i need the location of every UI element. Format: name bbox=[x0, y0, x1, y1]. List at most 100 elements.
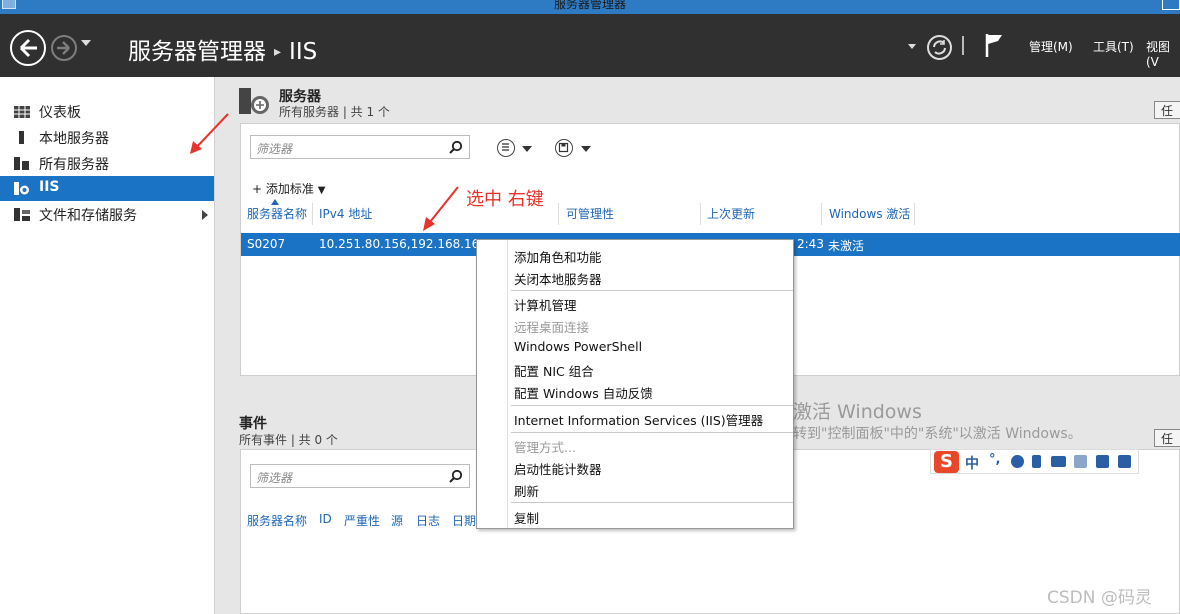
add-criteria-button[interactable]: + 添加标准 ▼ bbox=[252, 180, 325, 197]
activation-watermark-text: 转到"控制面板"中的"系统"以激活 Windows。 bbox=[793, 426, 1082, 442]
toolbox-icon[interactable] bbox=[1118, 455, 1131, 468]
sidebar-item-dashboard[interactable]: 仪表板 bbox=[0, 99, 214, 124]
list-options-dropdown[interactable] bbox=[522, 146, 532, 152]
context-menu: 添加角色和功能 关闭本地服务器 计算机管理 远程桌面连接 Windows Pow… bbox=[476, 239, 794, 529]
window-control-button[interactable] bbox=[1162, 0, 1180, 10]
list-options-button[interactable] bbox=[497, 139, 515, 157]
menu-item-start-performance-counters[interactable]: 启动性能计数器 bbox=[514, 459, 602, 478]
search-icon[interactable] bbox=[449, 469, 463, 483]
breadcrumb: 服务器管理器 ▸ IIS bbox=[128, 32, 317, 66]
iis-icon bbox=[14, 182, 29, 195]
storage-icon bbox=[14, 208, 30, 221]
column-header-activation[interactable]: Windows 激活 bbox=[829, 205, 910, 222]
menu-manage[interactable]: 管理(M) bbox=[1029, 38, 1073, 55]
menu-item-copy[interactable]: 复制 bbox=[514, 508, 539, 527]
activation-watermark-title: 激活 Windows bbox=[793, 401, 922, 423]
sidebar-item-iis[interactable]: IIS bbox=[0, 176, 214, 201]
server-icon bbox=[19, 131, 24, 144]
history-dropdown[interactable] bbox=[81, 40, 91, 46]
column-divider[interactable] bbox=[558, 203, 559, 225]
menu-view[interactable]: 视图(V bbox=[1146, 38, 1180, 69]
column-divider[interactable] bbox=[821, 203, 822, 225]
column-header-server-name[interactable]: 服务器名称 bbox=[247, 205, 307, 222]
menu-item-remote-desktop: 远程桌面连接 bbox=[514, 320, 590, 335]
breadcrumb-root[interactable]: 服务器管理器 bbox=[128, 39, 266, 65]
servers-tasks-button[interactable]: 任务 bbox=[1154, 101, 1180, 119]
plus-icon: + bbox=[252, 182, 263, 196]
dashboard-icon bbox=[14, 106, 30, 118]
csdn-watermark: CSDN @码灵 bbox=[1047, 588, 1152, 608]
servers-icon bbox=[14, 157, 29, 170]
menu-separator bbox=[511, 432, 793, 433]
header-divider bbox=[962, 36, 964, 55]
cell-activation: 未激活 bbox=[828, 239, 865, 253]
list-icon bbox=[502, 143, 509, 151]
sidebar-item-file-storage[interactable]: 文件和存储服务 bbox=[0, 202, 214, 227]
menu-gutter bbox=[507, 240, 508, 528]
column-divider[interactable] bbox=[914, 203, 915, 225]
menu-item-close-local-server[interactable]: 关闭本地服务器 bbox=[514, 269, 602, 288]
dropdown-arrow-icon: ▼ bbox=[317, 185, 326, 196]
column-divider[interactable] bbox=[700, 203, 701, 225]
menu-separator bbox=[511, 502, 793, 503]
events-tasks-button[interactable]: 任务 bbox=[1154, 429, 1180, 447]
filter-placeholder: 筛选器 bbox=[256, 471, 293, 485]
column-header-last-update[interactable]: 上次更新 bbox=[707, 205, 755, 222]
search-icon[interactable] bbox=[449, 140, 463, 154]
menu-item-computer-management[interactable]: 计算机管理 bbox=[514, 295, 577, 314]
sidebar-item-label: 所有服务器 bbox=[39, 157, 109, 173]
menu-item-refresh[interactable]: 刷新 bbox=[514, 481, 539, 500]
save-query-button[interactable] bbox=[555, 139, 573, 157]
sidebar-item-label: 文件和存储服务 bbox=[39, 208, 137, 224]
arrow-left-icon bbox=[19, 38, 37, 58]
sogou-logo[interactable]: S bbox=[934, 451, 959, 473]
menu-item-windows-feedback[interactable]: 配置 Windows 自动反馈 bbox=[514, 383, 653, 402]
column-divider[interactable] bbox=[312, 203, 313, 225]
refresh-icon bbox=[933, 40, 946, 55]
punctuation-toggle[interactable]: °, bbox=[989, 452, 1000, 467]
events-column-server-name[interactable]: 服务器名称 bbox=[247, 512, 307, 529]
ime-toolbar: S 中 °, bbox=[930, 449, 1139, 474]
servers-filter-input[interactable]: 筛选器 bbox=[250, 135, 470, 159]
forward-button[interactable] bbox=[51, 35, 77, 61]
microphone-icon[interactable] bbox=[1032, 455, 1041, 468]
menu-item-powershell[interactable]: Windows PowerShell bbox=[514, 339, 642, 354]
header-dropdown[interactable] bbox=[908, 44, 916, 49]
events-column-severity[interactable]: 严重性 bbox=[344, 512, 380, 529]
back-button[interactable] bbox=[10, 30, 46, 66]
chevron-right-icon[interactable] bbox=[202, 210, 208, 220]
events-filter-input[interactable]: 筛选器 bbox=[250, 464, 470, 488]
events-column-date[interactable]: 日期 bbox=[452, 512, 476, 529]
column-header-ipv4[interactable]: IPv4 地址 bbox=[319, 205, 372, 222]
column-header-manageability[interactable]: 可管理性 bbox=[566, 205, 614, 222]
servers-panel-subtitle: 所有服务器 | 共 1 个 bbox=[279, 105, 390, 119]
skin-icon[interactable] bbox=[1096, 455, 1109, 468]
events-column-source[interactable]: 源 bbox=[391, 512, 403, 529]
keyboard-icon[interactable] bbox=[1051, 456, 1066, 467]
add-criteria-label: 添加标准 bbox=[265, 182, 314, 196]
menu-item-add-roles[interactable]: 添加角色和功能 bbox=[514, 247, 602, 266]
user-icon[interactable] bbox=[1074, 455, 1087, 468]
ime-mode-toggle[interactable]: 中 bbox=[965, 453, 979, 473]
servers-panel-icon bbox=[239, 88, 269, 114]
menu-item-nic-teaming[interactable]: 配置 NIC 组合 bbox=[514, 361, 594, 380]
sidebar-item-label: 本地服务器 bbox=[39, 131, 109, 147]
emoji-icon[interactable] bbox=[1011, 455, 1024, 468]
annotation-text: 选中 右键 bbox=[466, 189, 544, 210]
events-column-log[interactable]: 日志 bbox=[416, 512, 440, 529]
sidebar-item-label: IIS bbox=[39, 179, 60, 195]
events-panel-title: 事件 bbox=[239, 416, 267, 432]
refresh-button[interactable] bbox=[927, 35, 952, 60]
sidebar-item-local-server[interactable]: 本地服务器 bbox=[0, 125, 214, 150]
sidebar-item-label: 仪表板 bbox=[39, 105, 81, 121]
cell-server-name: S0207 bbox=[247, 237, 286, 251]
menu-item-iis-manager[interactable]: Internet Information Services (IIS)管理器 bbox=[514, 410, 763, 429]
annotation-arrow-icon bbox=[423, 186, 459, 231]
filter-placeholder: 筛选器 bbox=[256, 142, 293, 156]
menu-tools[interactable]: 工具(T) bbox=[1093, 38, 1134, 55]
window-titlebar: 服务器管理器 bbox=[0, 0, 1180, 14]
notifications-flag-icon[interactable] bbox=[984, 32, 1004, 58]
sidebar-item-all-servers[interactable]: 所有服务器 bbox=[0, 151, 214, 176]
save-query-dropdown[interactable] bbox=[581, 146, 591, 152]
events-column-id[interactable]: ID bbox=[319, 512, 332, 526]
